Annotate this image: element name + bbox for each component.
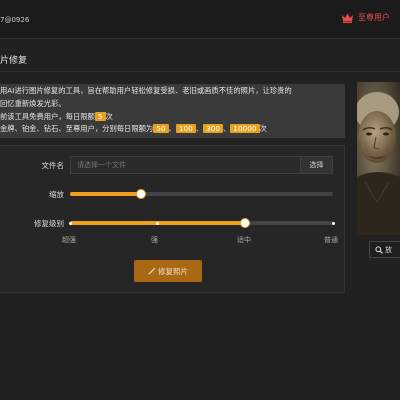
repair-photo-label: 修复照片 [158,266,188,276]
repair-level-label: 修复级别 [34,219,64,228]
free-limit-text: 前该工具免费用户，每日限额 [0,112,95,121]
select-file-button[interactable]: 选择 [300,156,333,174]
gold-limit-badge: 50 [153,124,169,133]
crown-icon [342,13,353,23]
zoom-preview-button[interactable]: 放 [369,241,400,258]
top-bar: 7@0926 至尊用户 [0,0,400,39]
file-label: 文件名 [41,161,65,170]
preview-image [357,82,400,235]
zoom-slider[interactable] [70,189,333,199]
limit-sep-1: 、 [168,124,176,133]
portrait-image [357,82,400,235]
info-line-2: 回忆重新焕发光彩。 [0,99,66,108]
tier-limit-text: 金牌、铂金、钻石、至尊用户，分别每日限额为 [0,124,154,133]
zoom-slider-thumb[interactable] [136,189,146,199]
tier-limit-suffix: 次 [259,124,267,133]
zoom-label: 缩放 [49,190,64,199]
free-limit-badge: 5 [94,112,106,121]
zoom-in-icon [375,245,383,254]
file-input[interactable]: 请选择一个文件 [70,156,300,174]
level-option-normal[interactable]: 普通 [324,235,338,245]
repair-level-slider[interactable] [68,218,335,228]
user-id: 7@0926 [0,16,30,24]
level-stop-strong[interactable] [156,221,160,225]
limit-sep-3: 、 [223,124,231,133]
level-option-strong[interactable]: 强 [151,235,158,245]
limit-sep-2: 、 [195,124,204,133]
free-limit-suffix: 次 [105,112,113,121]
repair-form: 文件名 请选择一个文件 选择 缩放 修复级别 超强 强 适中 普通 修复照片 [0,145,345,293]
platinum-limit-badge: 100 [175,124,196,133]
level-stop-normal[interactable] [331,221,335,225]
info-box: 用AI进行图片修复的工具，旨在帮助用户轻松修复受损、老旧或画质不佳的照片，让珍贵… [0,84,345,138]
info-line-3: 前该工具免费用户，每日限额 5 次 [0,112,113,122]
info-line-4: 金牌、铂金、钻石、至尊用户，分别每日限额为 50、 100、 300、 10000 次 [0,124,267,134]
supreme-limit-badge: 10000 [230,124,260,133]
level-option-super-strong[interactable]: 超强 [62,235,76,245]
page-title: 片修复 [0,56,28,66]
vip-label: 至尊用户 [358,13,390,22]
title-divider [0,71,400,72]
zoom-slider-fill [70,192,141,196]
info-line-1: 用AI进行图片修复的工具，旨在帮助用户轻松修复受损、老旧或画质不佳的照片，让珍贵… [0,86,292,95]
diamond-limit-badge: 300 [203,124,223,133]
repair-level-thumb[interactable] [240,218,251,228]
wand-icon [148,267,156,275]
vip-badge[interactable]: 至尊用户 [341,12,390,23]
level-option-moderate[interactable]: 适中 [237,235,251,245]
zoom-preview-label: 放 [385,245,392,254]
repair-photo-button[interactable]: 修复照片 [134,260,202,282]
level-stop-super-strong[interactable] [68,221,72,225]
